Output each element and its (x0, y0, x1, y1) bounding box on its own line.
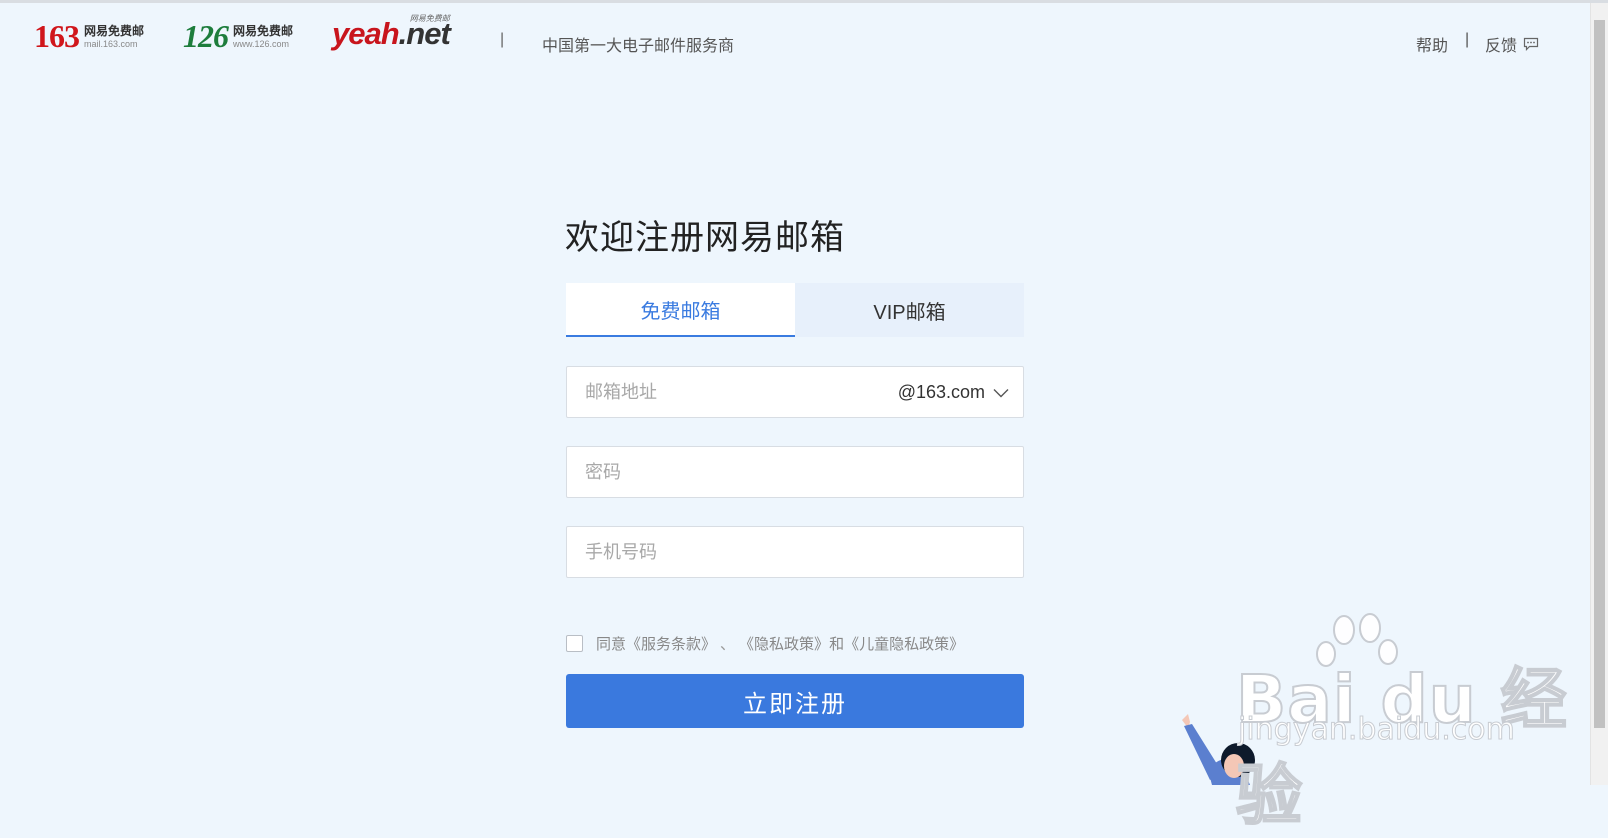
feedback-link[interactable]: 反馈 (1485, 32, 1539, 56)
domain-select[interactable]: @163.com (898, 367, 1009, 417)
logo-163-number: 163 (34, 18, 80, 54)
password-field (566, 446, 1024, 498)
logo-yeah-brand: yeah (332, 16, 400, 51)
agree-checkbox[interactable] (566, 635, 583, 652)
chevron-down-icon (985, 382, 1009, 403)
tab-vip-mailbox[interactable]: VIP邮箱 (795, 283, 1024, 337)
logo-126-domain: www.126.com (233, 39, 290, 49)
terms-of-service-link[interactable]: 《服务条款》 (626, 633, 716, 654)
privacy-policy-link[interactable]: 《隐私政策》 (739, 633, 829, 654)
logo-163-domain: mail.163.com (84, 39, 138, 49)
logo-126[interactable]: 126 网易免费邮 www.126.com (183, 18, 294, 54)
logo-126-number: 126 (183, 18, 229, 54)
logo-126-caption: 网易免费邮 (233, 24, 294, 38)
agree-separator: 、 (720, 636, 736, 653)
domain-select-value: @163.com (897, 381, 985, 402)
password-input[interactable] (585, 447, 1005, 497)
logo-163[interactable]: 163 网易免费邮 mail.163.com (34, 18, 145, 54)
email-input[interactable] (585, 367, 865, 417)
child-privacy-policy-link[interactable]: 《儿童隐私政策》 (844, 633, 964, 654)
phone-input[interactable] (585, 527, 1005, 577)
logo-yeah-tagline: 网易免费邮 (409, 14, 450, 23)
vertical-scrollbar[interactable] (1590, 3, 1608, 785)
logo-163-caption: 网易免费邮 (84, 24, 145, 38)
header: 163 网易免费邮 mail.163.com 126 网易免费邮 www.126… (0, 3, 1590, 73)
page-title: 欢迎注册网易邮箱 (565, 219, 845, 257)
agree-prefix: 同意 (596, 636, 627, 653)
header-slogan: 中国第一大电子邮件服务商 (542, 38, 735, 55)
watermark-url: jingyan.baidu.com (1238, 712, 1516, 748)
chat-bubble-icon (1517, 33, 1539, 56)
feedback-label: 反馈 (1485, 38, 1518, 55)
email-field: @163.com (566, 366, 1024, 418)
header-divider-right: | (1465, 31, 1470, 48)
mailbox-type-tabs: 免费邮箱 VIP邮箱 (566, 283, 1024, 337)
phone-field (566, 526, 1024, 578)
agree-and: 和 (829, 636, 845, 653)
help-link[interactable]: 帮助 (1416, 32, 1448, 56)
header-divider: | (500, 31, 505, 48)
scrollbar-thumb[interactable] (1594, 20, 1605, 728)
register-button[interactable]: 立即注册 (566, 674, 1024, 728)
tab-free-mailbox[interactable]: 免费邮箱 (566, 283, 795, 337)
agreement-row: 同意 《服务条款》 、 《隐私政策》 和 《儿童隐私政策》 (566, 633, 964, 654)
logo-yeah-net[interactable]: yeah.net 网易免费邮 (332, 14, 451, 51)
